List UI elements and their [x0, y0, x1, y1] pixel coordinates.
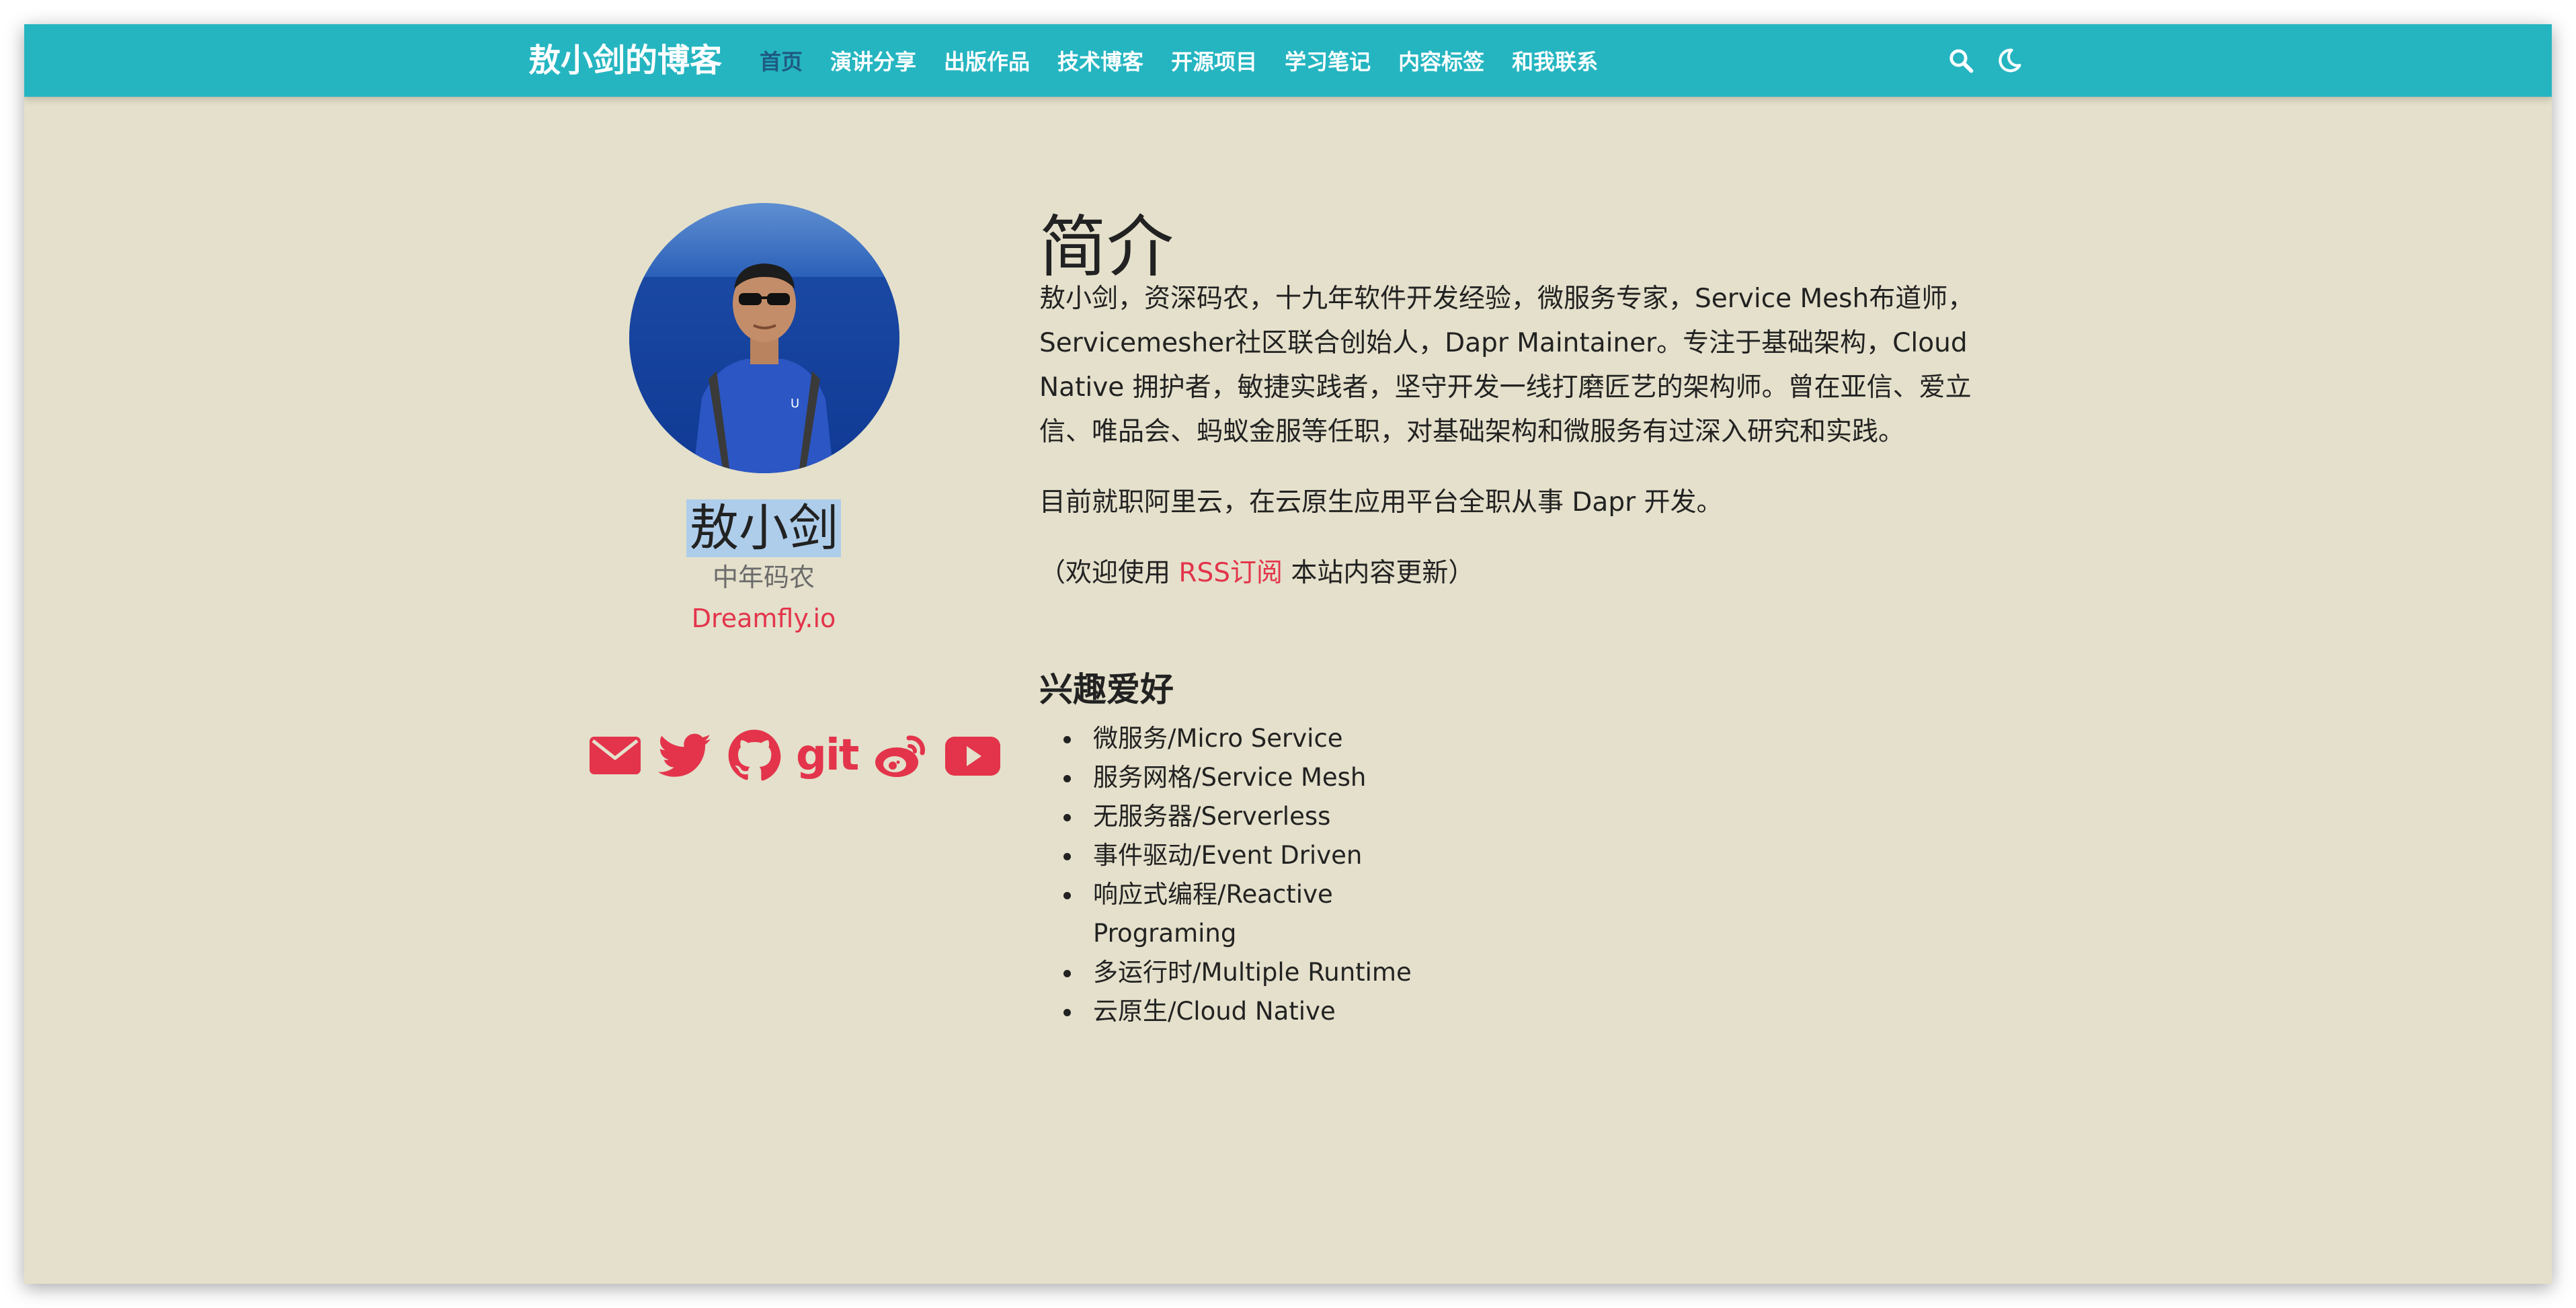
list-item: 服务网格/Service Mesh: [1063, 758, 1429, 797]
avatar: U: [629, 203, 899, 473]
interests-title: 兴趣爱好: [1039, 670, 1174, 709]
author-name-text: 敖小剑: [686, 499, 841, 557]
list-item: 云原生/Cloud Native: [1063, 992, 1429, 1031]
list-item: 多运行时/Multiple Runtime: [1063, 953, 1429, 992]
author-name: 敖小剑: [562, 488, 965, 560]
email-icon[interactable]: [588, 729, 643, 782]
current-job-paragraph: 目前就职阿里云，在云原生应用平台全职从事 Dapr 开发。: [1039, 487, 1723, 518]
nav-item-tech-blog[interactable]: 技术博客: [1057, 45, 1143, 76]
moon-icon[interactable]: [1997, 48, 2022, 73]
github-icon[interactable]: [727, 729, 781, 782]
rss-text-before: （欢迎使用: [1039, 558, 1179, 588]
nav-item-open-source[interactable]: 开源项目: [1171, 45, 1257, 76]
list-item: 响应式编程/Reactive Programing: [1063, 875, 1429, 953]
intro-paragraph: 敖小剑，资深码农，十九年软件开发经验，微服务专家，Service Mesh布道师…: [1039, 284, 1974, 447]
list-item: 微服务/Micro Service: [1063, 719, 1429, 758]
search-icon[interactable]: [1948, 48, 1974, 73]
interests-list: 微服务/Micro Service 服务网格/Service Mesh 无服务器…: [1063, 719, 1429, 1031]
youtube-icon[interactable]: [944, 729, 1002, 782]
nav-item-home[interactable]: 首页: [760, 45, 803, 76]
nav-menu: 首页 演讲分享 出版作品 技术博客 开源项目 学习笔记 内容标签 和我联系: [760, 24, 1625, 97]
nav-item-tags[interactable]: 内容标签: [1398, 45, 1484, 76]
author-site-link[interactable]: Dreamfly.io: [562, 604, 965, 633]
author-tagline: 中年码农: [712, 563, 815, 592]
rss-paragraph: （欢迎使用 RSS订阅 本站内容更新）: [1039, 551, 2014, 596]
social-links: git: [588, 729, 1016, 782]
git-icon-label: git: [796, 731, 859, 780]
rss-text-after: 本站内容更新）: [1283, 558, 1475, 588]
list-item: 事件驱动/Event Driven: [1063, 836, 1429, 875]
nav-item-contact[interactable]: 和我联系: [1512, 45, 1598, 76]
nav-item-talks[interactable]: 演讲分享: [830, 45, 916, 76]
navbar: 敖小剑的博客 首页 演讲分享 出版作品 技术博客 开源项目 学习笔记 内容标签 …: [24, 24, 2552, 97]
git-icon[interactable]: git: [796, 729, 859, 782]
weibo-icon[interactable]: [873, 729, 929, 782]
nav-item-publications[interactable]: 出版作品: [944, 45, 1030, 76]
svg-text:U: U: [791, 397, 799, 411]
intro-title: 简介: [1039, 208, 1174, 286]
list-item: 无服务器/Serverless: [1063, 797, 1429, 836]
twitter-icon[interactable]: [657, 729, 713, 782]
site-brand[interactable]: 敖小剑的博客: [528, 24, 722, 97]
browser-window: 敖小剑的博客 首页 演讲分享 出版作品 技术博客 开源项目 学习笔记 内容标签 …: [24, 24, 2552, 1284]
nav-item-notes[interactable]: 学习笔记: [1285, 45, 1371, 76]
rss-link[interactable]: RSS订阅: [1178, 558, 1283, 588]
